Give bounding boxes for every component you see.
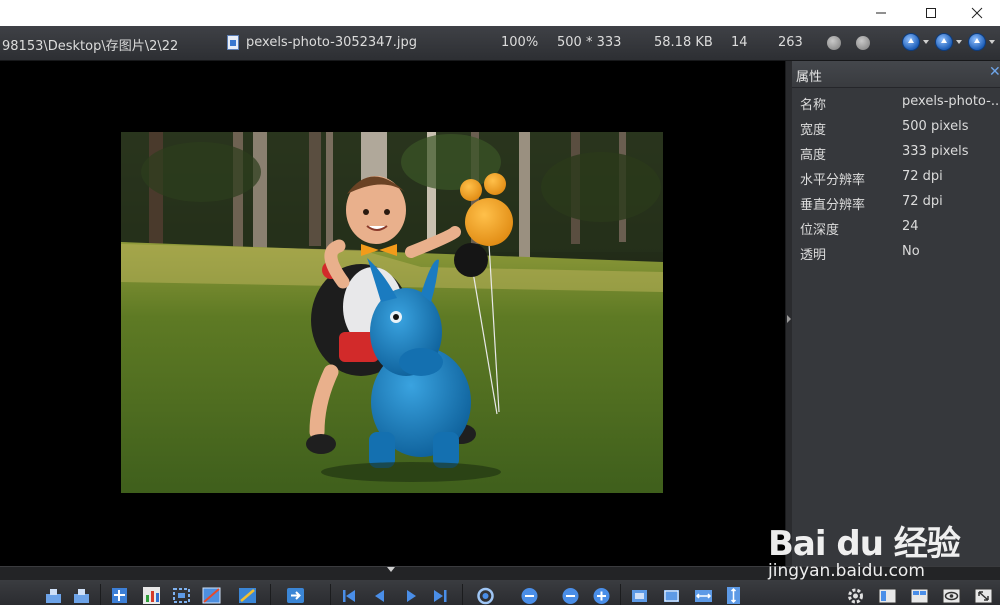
folder-path[interactable]: 98153\Desktop\存图片\2\22 xyxy=(2,35,178,54)
info-bar: 98153\Desktop\存图片\2\22 pexels-photo-3052… xyxy=(0,26,1000,61)
maximize-icon xyxy=(926,8,936,18)
property-row: 透明 No xyxy=(792,240,1000,265)
property-value: 500 pixels xyxy=(902,119,969,134)
minimize-icon xyxy=(876,12,886,14)
zoom-level[interactable]: 100% xyxy=(501,35,538,50)
first-image-icon[interactable] xyxy=(340,586,359,605)
collapse-arrow-icon[interactable] xyxy=(787,315,791,323)
fit-screen-icon[interactable] xyxy=(172,586,191,605)
file-size: 58.18 KB xyxy=(654,35,713,50)
minimize-button[interactable] xyxy=(858,0,904,26)
property-key: 位深度 xyxy=(800,223,840,238)
nav-up-icon[interactable] xyxy=(902,33,920,51)
property-value: 72 dpi xyxy=(902,169,943,184)
slideshow-icon[interactable] xyxy=(476,586,495,605)
property-row: 高度 333 pixels xyxy=(792,140,1000,165)
gear-icon[interactable] xyxy=(846,586,865,605)
property-value: pexels-photo-... xyxy=(902,94,1000,109)
property-key: 透明 xyxy=(800,248,827,263)
property-key: 水平分辨率 xyxy=(800,173,866,188)
close-icon xyxy=(971,7,983,19)
rotate-left-icon[interactable] xyxy=(44,586,63,605)
status-dot-icon[interactable] xyxy=(827,36,841,50)
chevron-down-icon[interactable] xyxy=(923,40,929,44)
chevron-down-icon[interactable] xyxy=(956,40,962,44)
property-key: 宽度 xyxy=(800,123,827,138)
nav-up-icon[interactable] xyxy=(968,33,986,51)
property-key: 高度 xyxy=(800,148,827,163)
image-total: 263 xyxy=(778,35,803,50)
property-row: 垂直分辨率 72 dpi xyxy=(792,190,1000,215)
zoom-out-icon[interactable] xyxy=(561,586,580,605)
chevron-down-icon[interactable] xyxy=(989,40,995,44)
file-name[interactable]: pexels-photo-3052347.jpg xyxy=(246,35,417,50)
property-value: 24 xyxy=(902,219,919,234)
toolbar-separator xyxy=(330,584,331,605)
position-marker-icon[interactable] xyxy=(387,567,395,572)
close-icon[interactable]: ✕ xyxy=(989,64,1000,80)
maximize-button[interactable] xyxy=(908,0,954,26)
zoom-in-icon[interactable] xyxy=(592,586,611,605)
chart-icon[interactable] xyxy=(142,586,161,605)
grid-view-icon[interactable] xyxy=(910,586,929,605)
previous-image-icon[interactable] xyxy=(370,586,389,605)
zoom-out-icon[interactable] xyxy=(520,586,539,605)
image-viewer[interactable] xyxy=(0,61,785,566)
property-value: 333 pixels xyxy=(902,144,969,159)
property-row: 水平分辨率 72 dpi xyxy=(792,165,1000,190)
actual-size-icon[interactable] xyxy=(630,586,649,605)
fullscreen-icon[interactable] xyxy=(974,586,993,605)
panel-splitter[interactable] xyxy=(785,61,792,566)
photo-image xyxy=(121,132,663,493)
export-icon[interactable] xyxy=(286,586,305,605)
toolbar-separator xyxy=(270,584,271,605)
window-titlebar xyxy=(0,0,1000,26)
baidu-watermark-url: jingyan.baidu.com xyxy=(768,561,925,581)
close-button[interactable] xyxy=(954,0,1000,26)
fit-height-icon[interactable] xyxy=(724,586,743,605)
displayed-photo[interactable] xyxy=(121,132,663,493)
toolbar-separator xyxy=(620,584,621,605)
properties-panel: 属性 ✕ 名称 pexels-photo-... 宽度 500 pixels 高… xyxy=(792,61,1000,566)
last-image-icon[interactable] xyxy=(430,586,449,605)
nav-up-icon[interactable] xyxy=(935,33,953,51)
image-dimensions: 500 * 333 xyxy=(557,35,622,50)
fit-width-icon[interactable] xyxy=(694,586,713,605)
property-row: 名称 pexels-photo-... xyxy=(792,90,1000,115)
property-value: No xyxy=(902,244,920,259)
image-edit-icon[interactable] xyxy=(202,586,221,605)
layout-panel-icon[interactable] xyxy=(878,586,897,605)
property-value: 72 dpi xyxy=(902,194,943,209)
property-key: 垂直分辨率 xyxy=(800,198,866,213)
baidu-watermark-logo: Bai du 经验 xyxy=(768,524,961,564)
property-row: 位深度 24 xyxy=(792,215,1000,240)
properties-header: 属性 ✕ xyxy=(792,61,1000,88)
toolbar-separator xyxy=(100,584,101,605)
crop-icon[interactable] xyxy=(110,586,129,605)
properties-title: 属性 xyxy=(796,70,823,85)
next-image-icon[interactable] xyxy=(402,586,421,605)
rotate-right-icon[interactable] xyxy=(72,586,91,605)
eye-icon[interactable] xyxy=(942,586,961,605)
status-dot-icon[interactable] xyxy=(856,36,870,50)
fit-window-icon[interactable] xyxy=(662,586,681,605)
image-index: 14 xyxy=(731,35,748,50)
property-row: 宽度 500 pixels xyxy=(792,115,1000,140)
color-adjust-icon[interactable] xyxy=(238,586,257,605)
toolbar-separator xyxy=(462,584,463,605)
property-key: 名称 xyxy=(800,98,827,113)
file-image-icon xyxy=(227,35,239,50)
bottom-toolbar xyxy=(0,580,1000,605)
